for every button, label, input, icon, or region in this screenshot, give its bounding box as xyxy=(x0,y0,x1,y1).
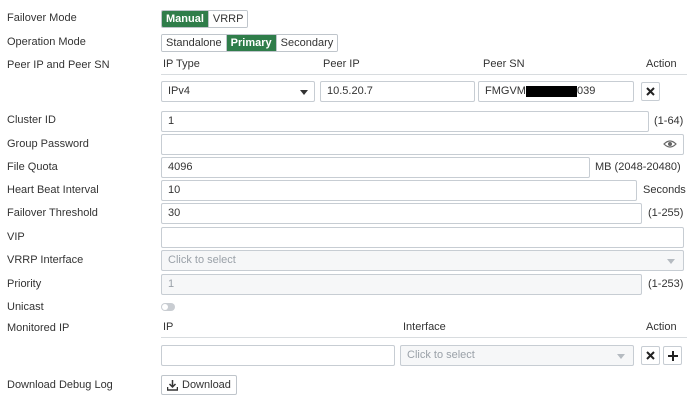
redaction-block xyxy=(525,85,577,97)
cluster-id-range: (1-64) xyxy=(654,115,684,127)
eye-icon[interactable] xyxy=(663,139,677,149)
peer-sn-prefix: FMGVM xyxy=(485,85,526,97)
download-button[interactable]: Download xyxy=(161,375,237,395)
close-icon xyxy=(646,351,655,360)
failover-threshold-label: Failover Threshold xyxy=(7,207,98,219)
monitored-header-interface: Interface xyxy=(403,321,446,333)
failover-threshold-input[interactable]: 30 xyxy=(161,203,642,224)
monitored-header-divider xyxy=(161,337,687,338)
file-quota-label: File Quota xyxy=(7,161,58,173)
monitored-interface-placeholder: Click to select xyxy=(407,349,475,361)
monitored-ip-input[interactable] xyxy=(161,345,395,366)
ip-type-select[interactable]: IPv4 xyxy=(161,81,315,102)
peer-ip-input[interactable]: 10.5.20.7 xyxy=(320,81,475,102)
peer-header-action: Action xyxy=(646,58,677,70)
heartbeat-unit: Seconds xyxy=(643,184,686,196)
failover-mode-vrrp[interactable]: VRRP xyxy=(208,11,248,27)
vrrp-interface-label: VRRP Interface xyxy=(7,254,84,266)
group-password-input[interactable] xyxy=(161,134,684,155)
chevron-down-icon xyxy=(300,90,308,95)
priority-input[interactable]: 1 xyxy=(161,274,642,295)
failover-mode-manual[interactable]: Manual xyxy=(162,11,209,27)
unicast-label: Unicast xyxy=(7,301,44,313)
monitored-add-button[interactable] xyxy=(663,346,682,365)
close-icon xyxy=(646,87,655,96)
cluster-id-label: Cluster ID xyxy=(7,114,56,126)
peer-label: Peer IP and Peer SN xyxy=(7,59,110,71)
monitored-interface-select[interactable]: Click to select xyxy=(400,345,634,366)
peer-sn-input[interactable]: FMGVM 039 xyxy=(478,81,634,102)
group-password-label: Group Password xyxy=(7,138,89,150)
operation-mode-label: Operation Mode xyxy=(7,36,86,48)
download-button-label: Download xyxy=(182,379,231,391)
operation-mode-secondary[interactable]: Secondary xyxy=(276,35,338,51)
heartbeat-label: Heart Beat Interval xyxy=(7,184,99,196)
operation-mode-standalone[interactable]: Standalone xyxy=(162,35,227,51)
vrrp-interface-select[interactable]: Click to select xyxy=(161,250,684,271)
ip-type-value: IPv4 xyxy=(168,85,191,97)
download-debug-log-label: Download Debug Log xyxy=(7,379,113,391)
peer-delete-button[interactable] xyxy=(641,82,660,101)
monitored-header-action: Action xyxy=(646,321,677,333)
peer-header-peer-sn: Peer SN xyxy=(483,58,525,70)
monitored-ip-label: Monitored IP xyxy=(7,322,70,334)
vip-label: VIP xyxy=(7,231,25,243)
priority-range: (1-253) xyxy=(648,278,684,290)
operation-mode-toggle: Standalone Primary Secondary xyxy=(161,34,339,52)
peer-sn-suffix: 039 xyxy=(576,85,596,97)
vip-input[interactable] xyxy=(161,227,684,248)
failover-mode-toggle: Manual VRRP xyxy=(161,10,249,28)
monitored-header-ip: IP xyxy=(163,321,174,333)
download-icon xyxy=(167,379,178,391)
peer-header-peer-ip: Peer IP xyxy=(323,58,360,70)
chevron-down-icon xyxy=(617,354,625,359)
vrrp-interface-placeholder: Click to select xyxy=(168,254,236,266)
operation-mode-primary[interactable]: Primary xyxy=(226,35,277,51)
plus-icon xyxy=(667,350,678,361)
peer-header-divider xyxy=(161,74,687,75)
chevron-down-icon xyxy=(667,259,675,264)
failover-mode-label: Failover Mode xyxy=(7,12,77,24)
priority-label: Priority xyxy=(7,278,42,290)
file-quota-input[interactable]: 4096 xyxy=(161,157,590,178)
file-quota-range: MB (2048-20480) xyxy=(595,161,681,173)
unicast-toggle[interactable] xyxy=(161,303,175,311)
peer-header-ip-type: IP Type xyxy=(163,58,200,70)
heartbeat-input[interactable]: 10 xyxy=(161,180,637,201)
failover-threshold-range: (1-255) xyxy=(648,207,684,219)
cluster-id-input[interactable]: 1 xyxy=(161,111,649,132)
monitored-delete-button[interactable] xyxy=(641,346,660,365)
